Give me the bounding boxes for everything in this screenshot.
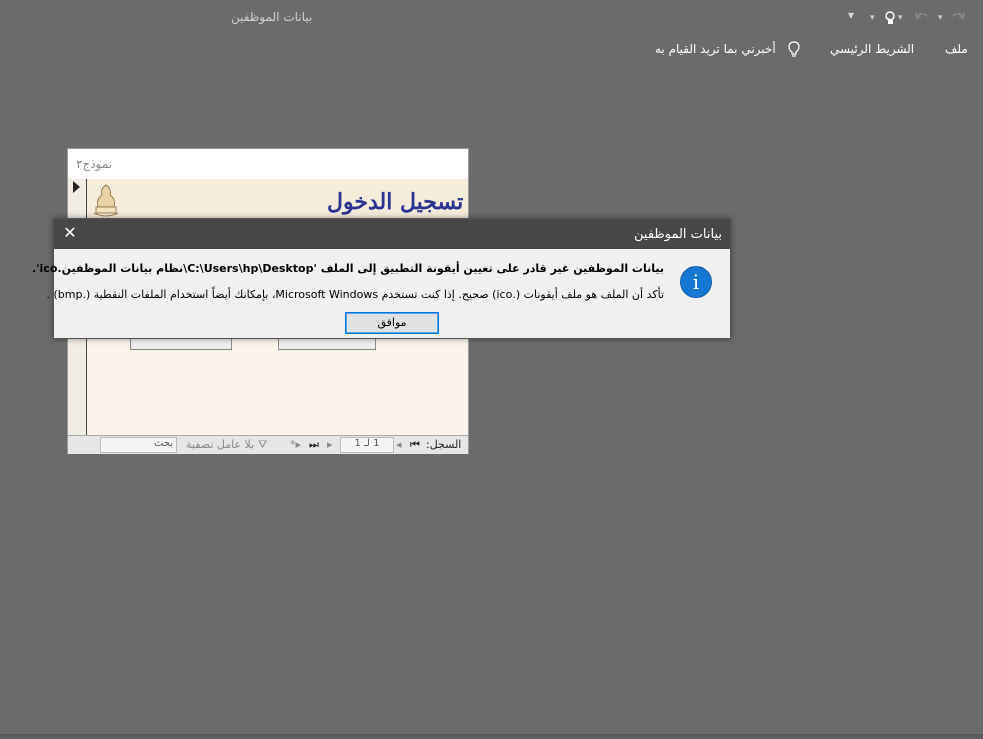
dialog-message-detail: تأكد أن الملف هو ملف أيقونات (.ico) صحيح… xyxy=(46,288,665,301)
status-bar xyxy=(0,734,983,739)
filter-status[interactable]: بلا عامل تصفية xyxy=(186,438,254,451)
dialog-title-bar: ✕ بيانات الموظفين xyxy=(54,219,730,249)
svg-text:▾: ▾ xyxy=(938,13,943,23)
svg-text:▾: ▾ xyxy=(898,13,903,23)
redo-icon[interactable] xyxy=(948,8,968,26)
first-record-icon[interactable]: ⏮ xyxy=(410,438,420,452)
tab-home[interactable]: الشريط الرئيسي xyxy=(830,42,914,56)
logo-icon xyxy=(92,183,120,217)
form-button-left[interactable] xyxy=(130,339,232,350)
record-counter[interactable]: 1 لـ 1 xyxy=(340,437,394,453)
filter-icon: ⛛ xyxy=(258,438,268,451)
tell-me-search[interactable]: أخبرني بما تريد القيام به xyxy=(655,42,776,56)
ok-button[interactable]: موافق xyxy=(345,312,439,334)
record-navigation-bar: السجل: ⏮ ◂ 1 لـ 1 ▸ ⏭ ▸* ⛛ بلا عامل تصفي… xyxy=(68,435,468,454)
login-title: تسجيل الدخول xyxy=(327,189,464,215)
app-title: بيانات الموظفين xyxy=(231,10,313,24)
message-dialog: ✕ بيانات الموظفين i بيانات الموظفين غير … xyxy=(32,218,731,339)
touch-mode-icon[interactable]: ▾ ▾ xyxy=(870,8,906,26)
customize-qat-icon[interactable]: ▾ xyxy=(848,8,854,26)
record-label: السجل: xyxy=(426,438,462,451)
title-bar: بيانات الموظفين ▾ ▾ ▾ ▾ xyxy=(0,0,983,34)
dialog-message-main: بيانات الموظفين غير قادر على تعيين أيقون… xyxy=(31,262,664,275)
ribbon: ملف الشريط الرئيسي أخبرني بما تريد القيا… xyxy=(0,34,983,64)
close-icon[interactable]: ✕ xyxy=(62,225,78,241)
form-button-right[interactable] xyxy=(278,339,376,350)
next-record-icon[interactable]: ▸ xyxy=(327,438,333,451)
tab-file[interactable]: ملف xyxy=(945,42,968,56)
search-input[interactable]: بحث xyxy=(100,437,177,453)
prev-record-icon[interactable]: ◂ xyxy=(396,438,402,451)
undo-icon[interactable]: ▾ xyxy=(912,8,948,26)
form-header: تسجيل الدخول xyxy=(87,179,468,221)
current-record-icon xyxy=(73,181,80,193)
form-tab[interactable]: نموذج٢ xyxy=(68,149,468,180)
new-record-icon[interactable]: ▸* xyxy=(290,438,301,451)
info-icon: i xyxy=(680,266,712,298)
lightbulb-icon xyxy=(786,40,802,58)
dialog-title: بيانات الموظفين xyxy=(634,227,722,242)
svg-text:▾: ▾ xyxy=(870,13,875,23)
last-record-icon[interactable]: ⏭ xyxy=(309,438,319,452)
form-tab-label: نموذج٢ xyxy=(76,157,113,171)
